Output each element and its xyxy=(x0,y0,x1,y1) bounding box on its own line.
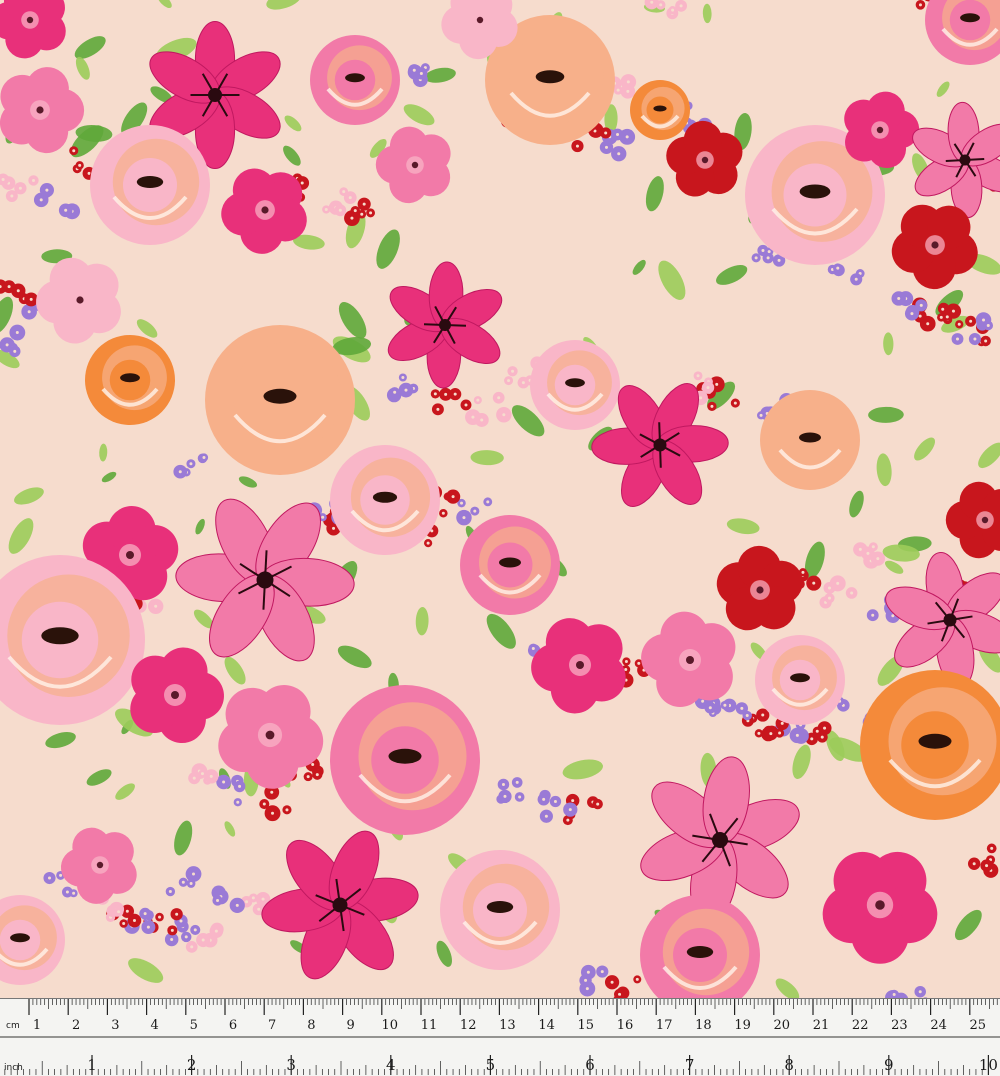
cm-tick-label: 21 xyxy=(813,1018,830,1033)
cm-tick-label: 4 xyxy=(150,1018,158,1033)
inch-tick-label: 6 xyxy=(585,1056,595,1074)
cm-tick-label: 1 xyxy=(33,1018,41,1033)
rose-flower xyxy=(530,340,620,430)
fabric-photo: 1 2 3 4 5 6 7 8 9 10 11 12 13 14 15 16 17 18 19 20 21 22 23 24 2… xyxy=(0,0,1000,1076)
cm-tick-label: 15 xyxy=(578,1018,595,1033)
floral-fabric-print xyxy=(0,0,1000,998)
cm-tick-label: 10 xyxy=(382,1018,399,1033)
cm-tick-label: 22 xyxy=(852,1018,869,1033)
cm-tick-label: 9 xyxy=(346,1018,354,1033)
rose-flower xyxy=(760,390,860,490)
cm-tick-label: 6 xyxy=(229,1018,237,1033)
cm-tick-label: 12 xyxy=(460,1018,477,1033)
inch-tick-label: 10 xyxy=(979,1056,998,1074)
cm-tick-label: 20 xyxy=(774,1018,791,1033)
cm-tick-label: 14 xyxy=(538,1018,555,1033)
cm-tick-label: 11 xyxy=(421,1018,438,1033)
inch-tick-label: 3 xyxy=(286,1056,296,1074)
cm-tick-label: 17 xyxy=(656,1018,673,1033)
cm-tick-label: 24 xyxy=(930,1018,947,1033)
cm-tick-label: 13 xyxy=(499,1018,516,1033)
rose-flower xyxy=(755,635,845,725)
rose-flower xyxy=(440,850,560,970)
inch-tick-label: 7 xyxy=(685,1056,695,1074)
cm-tick-label: 8 xyxy=(307,1018,315,1033)
cm-tick-label: 2 xyxy=(72,1018,80,1033)
cm-tick-label: 25 xyxy=(970,1018,987,1033)
cm-tick-label: 16 xyxy=(617,1018,634,1033)
rose-flower xyxy=(630,80,690,140)
rose-flower xyxy=(330,685,480,835)
rose-flower xyxy=(460,515,560,615)
measuring-ruler: 1 2 3 4 5 6 7 8 9 10 11 12 13 14 15 16 17 18 19 20 21 22 23 24 2… xyxy=(0,998,1000,1076)
cm-tick-label: 7 xyxy=(268,1018,276,1033)
inch-tick-label: 8 xyxy=(784,1056,794,1074)
rose-flower xyxy=(205,325,355,475)
rose-flower xyxy=(90,125,210,245)
inch-tick-label: 2 xyxy=(187,1056,197,1074)
cm-tick-label: 23 xyxy=(891,1018,908,1033)
inch-tick-label: 9 xyxy=(884,1056,894,1074)
inch-unit-label: inch xyxy=(4,1063,23,1073)
cm-tick-label: 18 xyxy=(695,1018,712,1033)
cm-tick-label: 5 xyxy=(190,1018,198,1033)
cm-unit-label: cm xyxy=(6,1021,20,1031)
cm-tick-label: 19 xyxy=(734,1018,751,1033)
cm-tick-label: 3 xyxy=(111,1018,119,1033)
inch-tick-label: 4 xyxy=(386,1056,396,1074)
rose-flower xyxy=(310,35,400,125)
rose-flower xyxy=(330,445,440,555)
inch-tick-label: 1 xyxy=(87,1056,97,1074)
rose-flower xyxy=(85,335,175,425)
inch-tick-label: 5 xyxy=(486,1056,496,1074)
